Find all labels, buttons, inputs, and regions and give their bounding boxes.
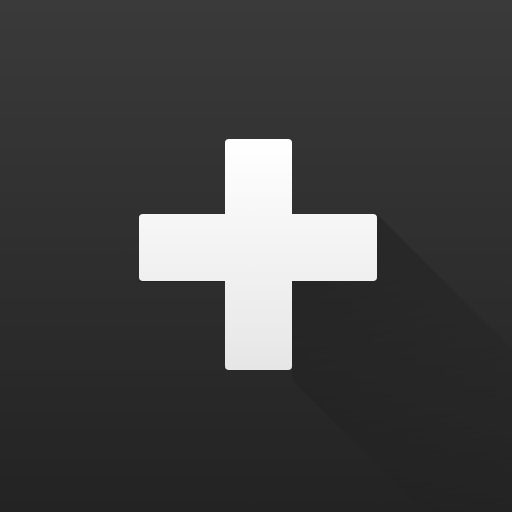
app-tile[interactable]	[0, 0, 512, 512]
plus-icon[interactable]	[0, 0, 512, 512]
